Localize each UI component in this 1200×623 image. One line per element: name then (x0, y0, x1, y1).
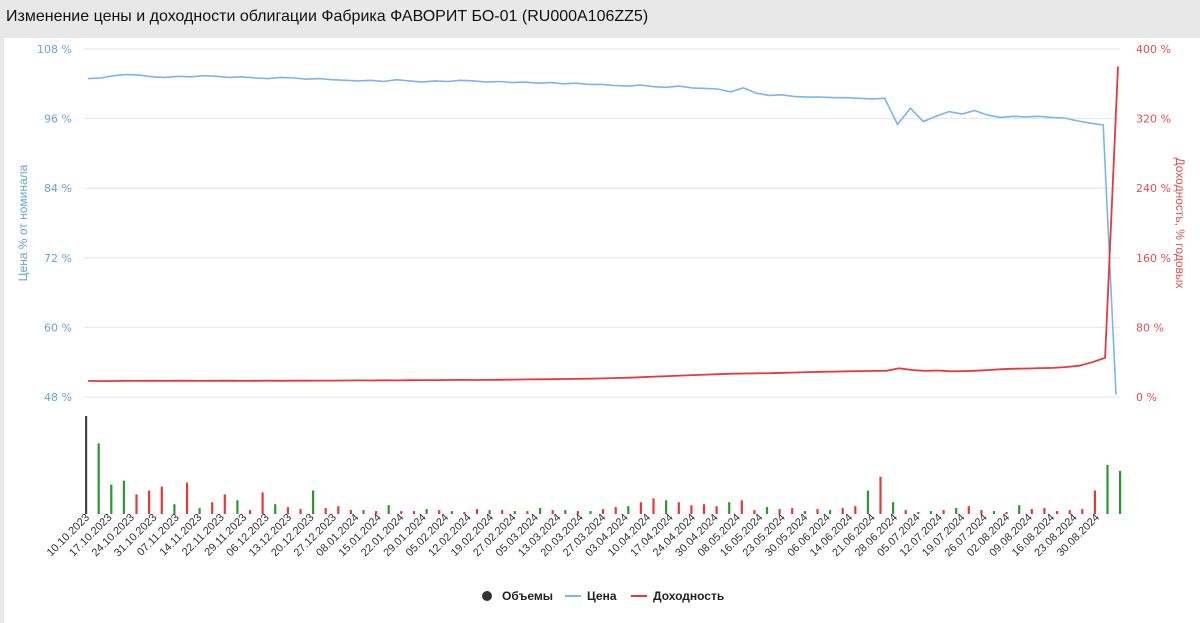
volume-bar[interactable] (677, 502, 680, 514)
volume-bar[interactable] (564, 510, 567, 514)
right-axis-ticks: 0 % 80 % 160 % 240 % 320 % 400 % (1136, 43, 1171, 404)
volume-bar[interactable] (627, 506, 630, 514)
volume-bar[interactable] (526, 511, 529, 514)
left-tick-label: 72 % (44, 252, 72, 265)
volume-bar[interactable] (337, 506, 340, 514)
left-axis-ticks: 48 % 60 % 72 % 84 % 96 % 108 % (37, 43, 72, 404)
volume-bar[interactable] (967, 506, 970, 514)
volume-bar[interactable] (1093, 490, 1096, 515)
header: Изменение цены и доходности облигации Фа… (0, 0, 1200, 38)
volume-bar[interactable] (223, 494, 226, 514)
chart-card: 48 % 60 % 72 % 84 % 96 % 108 % 0 % 80 % 160 % 24… (4, 38, 1200, 623)
volume-bar[interactable] (85, 416, 88, 514)
right-tick-label: 160 % (1136, 252, 1171, 265)
volume-bar[interactable] (614, 507, 617, 514)
left-tick-label: 84 % (44, 182, 72, 195)
volume-bar[interactable] (299, 509, 302, 514)
volume-bar[interactable] (425, 509, 428, 514)
legend-volume-marker (482, 591, 492, 601)
volume-bar[interactable] (1030, 509, 1033, 514)
volume-bars (85, 416, 1122, 515)
volume-bar[interactable] (1056, 511, 1059, 514)
volume-bar[interactable] (1018, 505, 1021, 514)
volume-bar[interactable] (1043, 508, 1046, 514)
volume-bar[interactable] (942, 510, 945, 514)
volume-bar[interactable] (1119, 470, 1122, 514)
legend-item-label[interactable]: Цена (587, 589, 617, 603)
price-series-line[interactable] (87, 73, 1117, 395)
volume-bar[interactable] (702, 504, 706, 514)
volume-bar[interactable] (841, 508, 844, 514)
volume-bar[interactable] (412, 511, 416, 514)
chart-legend: Объемы Цена Доходность (482, 589, 724, 603)
right-tick-label: 0 % (1136, 391, 1157, 404)
volume-bar[interactable] (866, 490, 869, 515)
volume-bar[interactable] (97, 443, 100, 514)
volume-bar[interactable] (148, 490, 151, 515)
volume-bar[interactable] (892, 502, 895, 514)
volume-bar[interactable] (929, 511, 933, 514)
page-title: Изменение цены и доходности облигации Фа… (6, 8, 649, 25)
volume-bar[interactable] (791, 508, 794, 514)
volume-bar[interactable] (236, 500, 239, 514)
volume-bar[interactable] (286, 507, 289, 514)
volume-bar[interactable] (400, 511, 403, 514)
volume-bar[interactable] (475, 509, 479, 514)
volume-bar[interactable] (198, 508, 201, 514)
volume-bar[interactable] (362, 510, 365, 514)
volume-bar[interactable] (854, 506, 857, 514)
volume-bar[interactable] (904, 510, 907, 514)
volume-bar[interactable] (248, 510, 252, 514)
price-yield-chart: 48 % 60 % 72 % 84 % 96 % 108 % 0 % 80 % 160 % 24… (16, 43, 1187, 603)
volume-bar[interactable] (715, 506, 718, 514)
volume-bar[interactable] (274, 504, 277, 514)
volume-bar[interactable] (829, 510, 832, 514)
volume-bar[interactable] (211, 502, 214, 514)
volume-bar[interactable] (185, 482, 189, 514)
volume-bar[interactable] (513, 511, 516, 514)
volume-bar[interactable] (110, 484, 113, 514)
left-tick-label: 108 % (37, 43, 72, 56)
right-tick-label: 80 % (1136, 321, 1164, 334)
grid-lines (84, 48, 1120, 398)
volume-bar[interactable] (122, 480, 125, 514)
legend-item-label[interactable]: Объемы (502, 589, 553, 603)
left-tick-label: 48 % (44, 391, 72, 404)
volume-bar[interactable] (160, 486, 163, 514)
volume-bar[interactable] (324, 508, 327, 514)
right-axis-title: Доходность, % годовых (1173, 158, 1187, 289)
volume-bar[interactable] (501, 510, 504, 514)
volume-bar[interactable] (652, 498, 655, 514)
volume-bar[interactable] (992, 511, 996, 514)
volume-bar[interactable] (803, 511, 806, 514)
volume-bar[interactable] (1081, 509, 1084, 514)
volume-bar[interactable] (1106, 465, 1109, 514)
volume-bar[interactable] (879, 476, 882, 514)
volume-bar[interactable] (765, 507, 769, 514)
volume-bar[interactable] (387, 505, 390, 514)
volume-bar[interactable] (728, 502, 731, 514)
volume-bar[interactable] (589, 511, 592, 514)
volume-bar[interactable] (261, 492, 264, 514)
right-tick-label: 240 % (1136, 182, 1171, 195)
volume-bar[interactable] (816, 509, 819, 514)
legend-item-label[interactable]: Доходность (653, 589, 724, 603)
x-axis-date-ticks: 10.10.202317.10.202324.10.202331.10.2023… (45, 512, 1102, 559)
volume-bar[interactable] (312, 490, 315, 515)
left-tick-label: 60 % (44, 321, 72, 334)
right-tick-label: 400 % (1136, 43, 1171, 56)
volume-bar[interactable] (539, 508, 542, 514)
left-axis-title: Цена % от номинала (16, 164, 30, 281)
volume-bar[interactable] (135, 494, 138, 514)
right-tick-label: 320 % (1136, 113, 1171, 126)
left-tick-label: 96 % (44, 113, 72, 126)
volume-bar[interactable] (450, 511, 453, 514)
volume-bar[interactable] (602, 509, 605, 514)
volume-bar[interactable] (639, 502, 642, 514)
volume-bar[interactable] (917, 512, 920, 514)
volume-bar[interactable] (740, 500, 743, 514)
